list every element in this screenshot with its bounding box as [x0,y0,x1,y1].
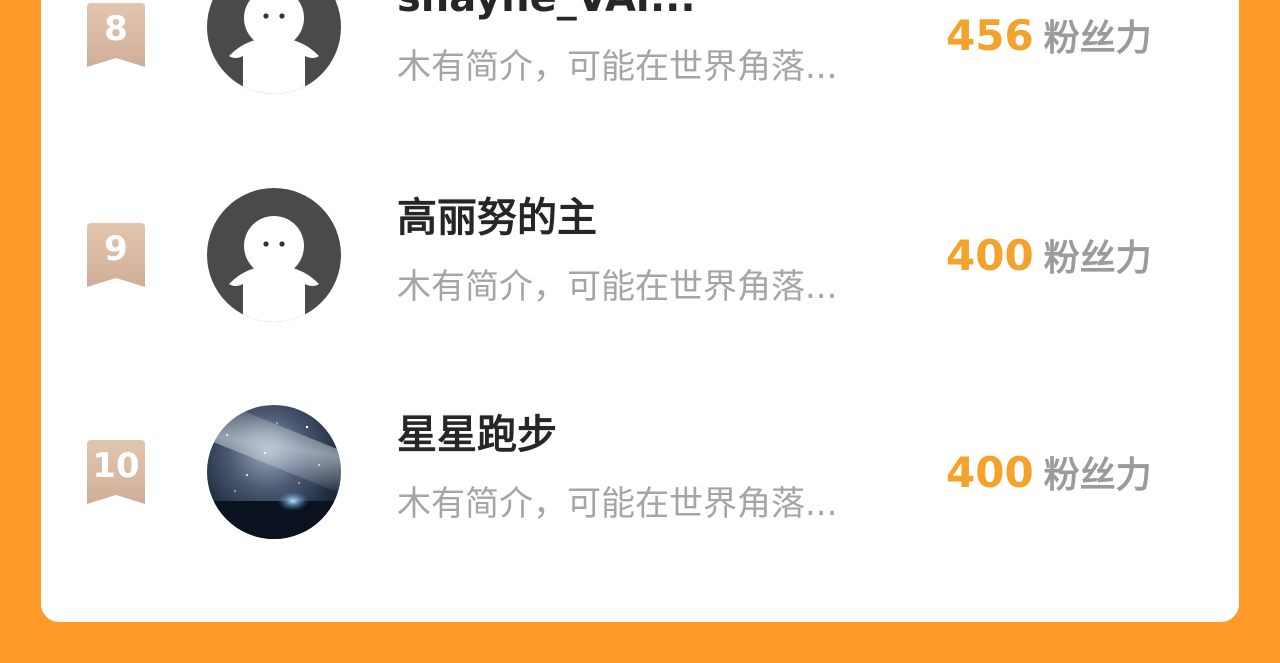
ranking-row[interactable]: 10 星星跑步 木有简介，可能在世界角落... 400 粉丝力 [41,392,1239,542]
fans-value: 456 [946,11,1034,60]
fans-label: 粉丝力 [1043,455,1152,496]
default-avatar-icon [207,188,341,322]
ranking-row[interactable]: 8 shayne_VAr... 木有简介，可能在世界角落... 456粉丝力 [41,0,1239,110]
user-name[interactable]: 高丽努的主 [397,194,597,242]
rank-number: 9 [104,229,128,269]
fans-power: 400 粉丝力 [946,449,1152,506]
fans-power: 400 粉丝力 [946,232,1152,289]
fans-label: 粉丝力 [1043,238,1152,279]
rank-number: 10 [92,446,140,486]
rank-badge: 9 [85,223,147,287]
user-description: 木有简介，可能在世界角落... [397,484,838,524]
user-name[interactable]: shayne_VAr... [397,0,696,22]
user-name[interactable]: 星星跑步 [397,411,557,459]
fans-power: 456 粉丝力 [946,12,1152,69]
user-avatar[interactable] [207,0,341,94]
rank-badge: 10 [85,440,147,504]
starry-sky-avatar [207,405,341,539]
fans-value: 400 [946,448,1034,497]
default-avatar-icon [207,0,341,94]
user-description: 木有简介，可能在世界角落... [397,47,838,87]
user-avatar[interactable] [207,405,341,539]
rank-number: 8 [104,9,128,49]
fans-label: 粉丝力 [1043,18,1152,59]
ranking-card: 8 shayne_VAr... 木有简介，可能在世界角落... 456粉丝力 [41,0,1239,622]
user-avatar[interactable] [207,188,341,322]
user-description: 木有简介，可能在世界角落... [397,267,838,307]
rank-badge: 8 [85,3,147,67]
ranking-row[interactable]: 9 高丽努的主 木有简介，可能在世界角落... 400 粉丝力 [41,175,1239,325]
fans-value: 400 [946,231,1034,280]
